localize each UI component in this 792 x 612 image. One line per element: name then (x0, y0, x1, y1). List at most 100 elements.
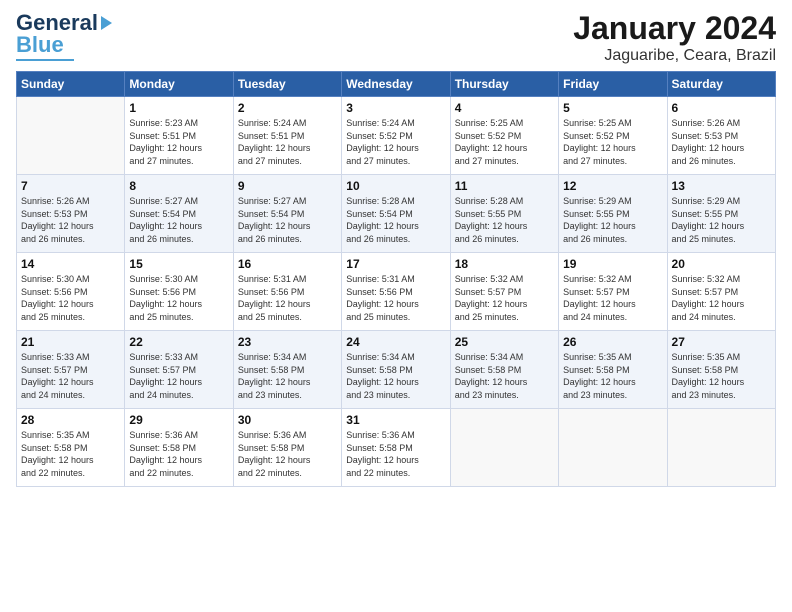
week-row-0: 1 Sunrise: 5:23 AMSunset: 5:51 PMDaylight… (17, 97, 776, 175)
table-row: 7 Sunrise: 5:26 AMSunset: 5:53 PMDaylight… (17, 175, 125, 253)
header-sunday: Sunday (17, 72, 125, 97)
day-number: 8 (129, 179, 228, 193)
table-row: 24 Sunrise: 5:34 AMSunset: 5:58 PMDayligh… (342, 331, 450, 409)
table-row: 2 Sunrise: 5:24 AMSunset: 5:51 PMDaylight… (233, 97, 341, 175)
table-row: 26 Sunrise: 5:35 AMSunset: 5:58 PMDayligh… (559, 331, 667, 409)
day-number: 23 (238, 335, 337, 349)
table-row: 8 Sunrise: 5:27 AMSunset: 5:54 PMDaylight… (125, 175, 233, 253)
table-row: 21Sunrise: 5:33 AMSunset: 5:57 PMDayligh… (17, 331, 125, 409)
table-row (450, 409, 558, 487)
day-number: 11 (455, 179, 554, 193)
day-number: 13 (672, 179, 771, 193)
day-info: Sunrise: 5:25 AMSunset: 5:52 PMDaylight:… (455, 117, 554, 167)
day-number: 17 (346, 257, 445, 271)
day-number: 12 (563, 179, 662, 193)
table-row: 25 Sunrise: 5:34 AMSunset: 5:58 PMDayligh… (450, 331, 558, 409)
day-info: Sunrise: 5:36 AMSunset: 5:58 PMDaylight:… (346, 429, 445, 479)
table-row: 12Sunrise: 5:29 AMSunset: 5:55 PMDayligh… (559, 175, 667, 253)
day-number: 2 (238, 101, 337, 115)
week-row-4: 28 Sunrise: 5:35 AMSunset: 5:58 PMDayligh… (17, 409, 776, 487)
table-row: 29 Sunrise: 5:36 AMSunset: 5:58 PMDayligh… (125, 409, 233, 487)
day-info: Sunrise: 5:35 AMSunset: 5:58 PMDaylight:… (672, 351, 771, 401)
day-info: Sunrise: 5:34 AMSunset: 5:58 PMDaylight:… (346, 351, 445, 401)
day-number: 6 (672, 101, 771, 115)
day-info: Sunrise: 5:26 AMSunset: 5:53 PMDaylight:… (21, 195, 120, 245)
day-info: Sunrise: 5:28 AMSunset: 5:54 PMDaylight:… (346, 195, 445, 245)
day-number: 29 (129, 413, 228, 427)
table-row: 17 Sunrise: 5:31 AMSunset: 5:56 PMDayligh… (342, 253, 450, 331)
day-number: 19 (563, 257, 662, 271)
day-info: Sunrise: 5:32 AMSunset: 5:57 PMDaylight:… (672, 273, 771, 323)
table-row: 31 Sunrise: 5:36 AMSunset: 5:58 PMDayligh… (342, 409, 450, 487)
table-row: 23 Sunrise: 5:34 AMSunset: 5:58 PMDayligh… (233, 331, 341, 409)
header-tuesday: Tuesday (233, 72, 341, 97)
day-number: 24 (346, 335, 445, 349)
weekday-header-row: Sunday Monday Tuesday Wednesday Thursday… (17, 72, 776, 97)
table-row: 30Sunrise: 5:36 AMSunset: 5:58 PMDayligh… (233, 409, 341, 487)
day-info: Sunrise: 5:31 AMSunset: 5:56 PMDaylight:… (238, 273, 337, 323)
day-number: 3 (346, 101, 445, 115)
header-friday: Friday (559, 72, 667, 97)
table-row: 22Sunrise: 5:33 AMSunset: 5:57 PMDayligh… (125, 331, 233, 409)
table-row: 18 Sunrise: 5:32 AMSunset: 5:57 PMDayligh… (450, 253, 558, 331)
day-info: Sunrise: 5:34 AMSunset: 5:58 PMDaylight:… (238, 351, 337, 401)
table-row (17, 97, 125, 175)
day-info: Sunrise: 5:31 AMSunset: 5:56 PMDaylight:… (346, 273, 445, 323)
table-row: 20 Sunrise: 5:32 AMSunset: 5:57 PMDayligh… (667, 253, 775, 331)
day-info: Sunrise: 5:30 AMSunset: 5:56 PMDaylight:… (129, 273, 228, 323)
day-number: 14 (21, 257, 120, 271)
day-number: 25 (455, 335, 554, 349)
week-row-3: 21Sunrise: 5:33 AMSunset: 5:57 PMDayligh… (17, 331, 776, 409)
day-number: 15 (129, 257, 228, 271)
table-row: 10 Sunrise: 5:28 AMSunset: 5:54 PMDayligh… (342, 175, 450, 253)
table-row (667, 409, 775, 487)
week-row-1: 7 Sunrise: 5:26 AMSunset: 5:53 PMDaylight… (17, 175, 776, 253)
logo-underline (16, 59, 74, 61)
day-info: Sunrise: 5:36 AMSunset: 5:58 PMDaylight:… (129, 429, 228, 479)
day-info: Sunrise: 5:30 AMSunset: 5:56 PMDaylight:… (21, 273, 120, 323)
header-monday: Monday (125, 72, 233, 97)
table-row: 1 Sunrise: 5:23 AMSunset: 5:51 PMDaylight… (125, 97, 233, 175)
day-info: Sunrise: 5:32 AMSunset: 5:57 PMDaylight:… (563, 273, 662, 323)
day-number: 22 (129, 335, 228, 349)
day-number: 7 (21, 179, 120, 193)
day-info: Sunrise: 5:26 AMSunset: 5:53 PMDaylight:… (672, 117, 771, 167)
day-number: 31 (346, 413, 445, 427)
table-row: 11Sunrise: 5:28 AMSunset: 5:55 PMDayligh… (450, 175, 558, 253)
day-info: Sunrise: 5:35 AMSunset: 5:58 PMDaylight:… (21, 429, 120, 479)
day-info: Sunrise: 5:32 AMSunset: 5:57 PMDaylight:… (455, 273, 554, 323)
day-number: 1 (129, 101, 228, 115)
header-thursday: Thursday (450, 72, 558, 97)
table-row: 16Sunrise: 5:31 AMSunset: 5:56 PMDayligh… (233, 253, 341, 331)
day-info: Sunrise: 5:27 AMSunset: 5:54 PMDaylight:… (129, 195, 228, 245)
day-number: 28 (21, 413, 120, 427)
day-number: 26 (563, 335, 662, 349)
table-row: 15 Sunrise: 5:30 AMSunset: 5:56 PMDayligh… (125, 253, 233, 331)
table-row: 27 Sunrise: 5:35 AMSunset: 5:58 PMDayligh… (667, 331, 775, 409)
day-number: 20 (672, 257, 771, 271)
day-number: 18 (455, 257, 554, 271)
day-info: Sunrise: 5:34 AMSunset: 5:58 PMDaylight:… (455, 351, 554, 401)
table-row: 13Sunrise: 5:29 AMSunset: 5:55 PMDayligh… (667, 175, 775, 253)
table-row: 5Sunrise: 5:25 AMSunset: 5:52 PMDaylight… (559, 97, 667, 175)
day-info: Sunrise: 5:27 AMSunset: 5:54 PMDaylight:… (238, 195, 337, 245)
day-info: Sunrise: 5:35 AMSunset: 5:58 PMDaylight:… (563, 351, 662, 401)
table-row: 4 Sunrise: 5:25 AMSunset: 5:52 PMDaylight… (450, 97, 558, 175)
header-saturday: Saturday (667, 72, 775, 97)
logo: General Blue (16, 10, 112, 61)
logo-arrow-icon (101, 16, 112, 30)
title-block: January 2024 Jaguaribe, Ceara, Brazil (573, 10, 776, 65)
day-number: 27 (672, 335, 771, 349)
day-number: 5 (563, 101, 662, 115)
header-wednesday: Wednesday (342, 72, 450, 97)
day-info: Sunrise: 5:23 AMSunset: 5:51 PMDaylight:… (129, 117, 228, 167)
day-number: 10 (346, 179, 445, 193)
day-number: 21 (21, 335, 120, 349)
day-number: 4 (455, 101, 554, 115)
day-info: Sunrise: 5:24 AMSunset: 5:51 PMDaylight:… (238, 117, 337, 167)
table-row: 14 Sunrise: 5:30 AMSunset: 5:56 PMDayligh… (17, 253, 125, 331)
day-info: Sunrise: 5:36 AMSunset: 5:58 PMDaylight:… (238, 429, 337, 479)
day-info: Sunrise: 5:24 AMSunset: 5:52 PMDaylight:… (346, 117, 445, 167)
calendar-container: General Blue January 2024 Jaguaribe, Cea… (0, 0, 792, 497)
location: Jaguaribe, Ceara, Brazil (573, 47, 776, 65)
